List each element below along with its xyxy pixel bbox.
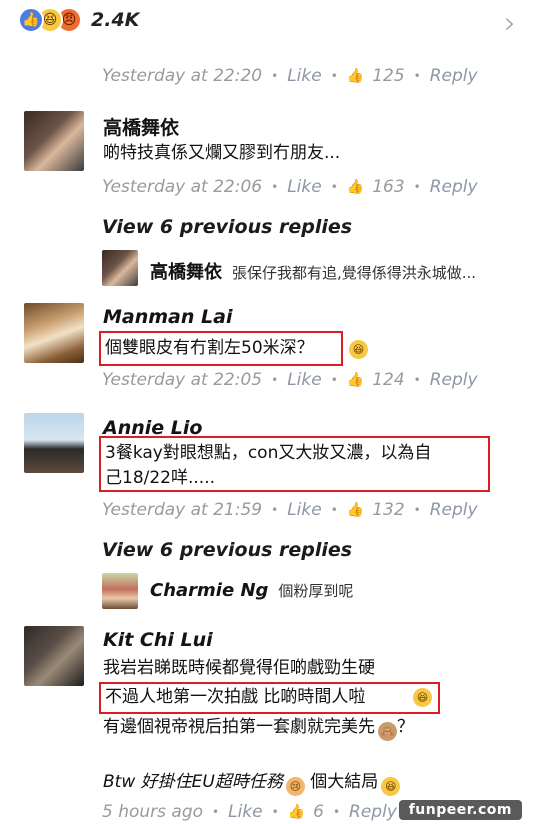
reply-link[interactable]: Reply: [430, 500, 478, 520]
reply-link[interactable]: Reply: [430, 177, 478, 197]
crying-face-emoji-icon: 😢: [285, 777, 305, 796]
like-link[interactable]: Like: [287, 66, 322, 86]
reply-text: 個粉厚到呢: [278, 582, 354, 600]
comment-meta: Yesterday at 22:20 • Like • 👍 125 • Repl…: [102, 66, 478, 86]
comment-time: Yesterday at 22:06: [102, 177, 263, 197]
comment-time: 5 hours ago: [102, 802, 204, 822]
comment-text-content: 個大結局: [310, 772, 379, 792]
thumbs-up-icon: 👍: [346, 372, 365, 388]
like-link[interactable]: Like: [287, 500, 322, 520]
comment-time: Yesterday at 22:20: [102, 66, 263, 86]
like-count[interactable]: 163: [372, 177, 404, 197]
avatar[interactable]: [24, 626, 84, 686]
watermark: funpeer.com: [398, 800, 522, 820]
like-count[interactable]: 125: [372, 66, 404, 86]
reply-link[interactable]: Reply: [430, 66, 478, 86]
thumbs-up-icon: 👍: [346, 502, 365, 518]
comment-text-line: 有邊個視帝視后拍第一套劇就完美先 🙈？: [103, 714, 414, 741]
reply-link[interactable]: Reply: [430, 370, 478, 390]
reply-link[interactable]: Reply: [349, 802, 397, 822]
like-reaction-icon: 👍: [18, 7, 44, 33]
comment-meta: 5 hours ago • Like • 👍 6 • Reply: [102, 802, 397, 822]
comment-text-line: Btw 好掛住EU超時任務 😢 個大結局 😆: [103, 769, 401, 796]
avatar[interactable]: [102, 250, 138, 286]
comment-text-line: 不過人地第一次拍戲 比啲時間人啦: [105, 687, 366, 707]
comment-meta: Yesterday at 22:06 • Like • 👍 163 • Repl…: [102, 177, 478, 197]
avatar[interactable]: [24, 111, 84, 171]
avatar[interactable]: [24, 413, 84, 473]
chevron-right-icon[interactable]: ›: [504, 6, 516, 41]
comment-time: Yesterday at 21:59: [102, 500, 263, 520]
reactions-summary[interactable]: 👍 😆 😠 2.4K: [18, 6, 139, 34]
comment-text-content: Btw 好掛住EU超時任務: [103, 772, 283, 792]
view-previous-replies-link[interactable]: View 6 previous replies: [102, 216, 352, 238]
like-link[interactable]: Like: [287, 177, 322, 197]
see-no-evil-monkey-emoji-icon: 🙈: [378, 722, 397, 741]
comment-text-content: 有邊個視帝視后拍第一套劇就完美先: [103, 717, 375, 737]
thumbs-up-icon: 👍: [287, 804, 306, 820]
like-count[interactable]: 6: [313, 802, 324, 822]
like-link[interactable]: Like: [228, 802, 263, 822]
comment-time: Yesterday at 22:05: [102, 370, 263, 390]
grinning-emoji-icon: 😆: [349, 340, 368, 359]
reply-preview[interactable]: 高橋舞依 張保仔我都有追,覺得係得洪永城做...: [150, 258, 476, 284]
avatar[interactable]: [102, 573, 138, 609]
comment-meta: Yesterday at 22:05 • Like • 👍 124 • Repl…: [102, 370, 478, 390]
comment-meta: Yesterday at 21:59 • Like • 👍 132 • Repl…: [102, 500, 478, 520]
comment-text-line: 我岩岩睇既時候都覺得佢啲戲勁生硬: [103, 658, 375, 678]
thumbs-up-icon: 👍: [346, 179, 365, 195]
comment-text-content: 個雙眼皮有冇割左50米深？: [105, 338, 314, 358]
reply-text: 張保仔我都有追,覺得係得洪永城做...: [232, 264, 477, 282]
comment-text-line: 3餐kay對眼想點，con又大妝又濃，以為自: [105, 443, 432, 463]
comment-text: 啲特技真係又爛又膠到冇朋友...: [103, 143, 341, 163]
commenter-name[interactable]: Manman Lai: [103, 306, 232, 328]
avatar[interactable]: [24, 303, 84, 363]
commenter-name[interactable]: Kit Chi Lui: [103, 629, 213, 651]
grinning-emoji-icon: 😆: [413, 688, 432, 707]
commenter-name[interactable]: 高橋舞依: [103, 113, 179, 140]
view-previous-replies-link[interactable]: View 6 previous replies: [102, 539, 352, 561]
like-count[interactable]: 124: [372, 370, 404, 390]
grinning-emoji-icon: 😆: [381, 777, 401, 796]
reply-preview[interactable]: Charmie Ng 個粉厚到呢: [150, 580, 353, 601]
like-count[interactable]: 132: [372, 500, 404, 520]
reaction-count: 2.4K: [91, 9, 140, 31]
comment-text: 個雙眼皮有冇割左50米深？: [105, 335, 314, 361]
like-link[interactable]: Like: [287, 370, 322, 390]
comment-text-line: 己18/22咩.....: [105, 468, 216, 488]
comment-text-content: ？: [397, 717, 414, 737]
reply-author[interactable]: Charmie Ng: [150, 580, 268, 601]
thumbs-up-icon: 👍: [346, 68, 365, 84]
reply-author[interactable]: 高橋舞依: [150, 258, 222, 284]
